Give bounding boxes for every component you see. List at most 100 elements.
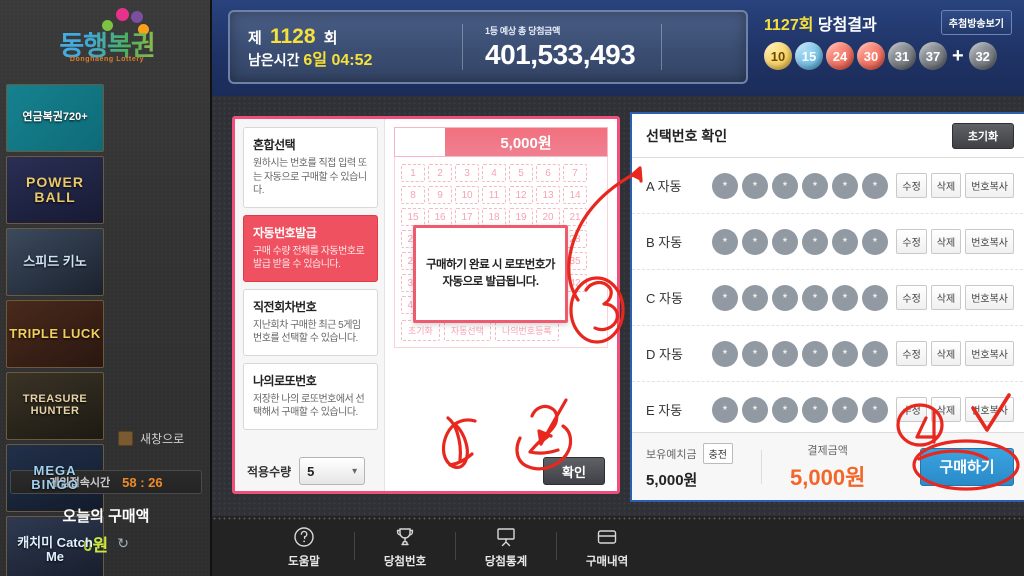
purchase-mode-auto[interactable]: 자동번호발급 구매 수량 전체를 자동번호로 발급 받을 수 있습니다. (243, 214, 378, 282)
selection-ball: * (772, 396, 798, 423)
selection-ball: * (742, 340, 768, 367)
mode-desc: 원하시는 번호를 직접 입력 또는 자동으로 구매할 수 있습니다. (253, 158, 367, 196)
edit-button[interactable]: 수정 (896, 285, 927, 310)
nav-item-winning-numbers[interactable]: 당첨번호 (355, 524, 455, 569)
selection-ball-group: * * * * * * (712, 284, 888, 311)
number-cell[interactable]: 1 (401, 164, 425, 182)
selection-row-label: C 자동 (646, 291, 683, 306)
purchase-mode-my-numbers[interactable]: 나의로또번호 저장한 나의 로또번호에서 선택해서 구매할 수 있습니다. (243, 362, 378, 430)
number-grid-column: 5,000원 1 2 3 4 5 6 7 8 9 10 11 12 13 14 … (385, 119, 617, 491)
broadcast-button[interactable]: 추첨방송보기 (940, 10, 1012, 35)
nav-label: 구매내역 (585, 555, 629, 568)
selection-panel-title: 선택번호 확인 (646, 127, 728, 144)
result-title-rest: 당첨결과 (813, 16, 877, 34)
game-tile-triple-luck[interactable]: TRIPLE LUCK (6, 300, 104, 368)
number-cell[interactable]: 3 (455, 164, 479, 182)
number-cell[interactable]: 11 (482, 186, 506, 204)
selection-reset-button[interactable]: 초기화 (952, 122, 1014, 149)
brand-logo[interactable]: 동행복권 Donghaeng Lottery (0, 0, 210, 84)
game-tile-speed-keno[interactable]: 스피드 키노 (6, 228, 104, 296)
delete-button[interactable]: 삭제 (930, 229, 962, 254)
delete-button[interactable]: 삭제 (930, 341, 962, 366)
refresh-icon[interactable]: ↻ (117, 535, 129, 552)
balance-value: 5,000원 (646, 472, 698, 489)
game-tile-label: 캐치미 Catch Me (17, 535, 93, 564)
nav-item-help[interactable]: 도움말 (254, 524, 354, 569)
number-cell[interactable]: 9 (428, 186, 452, 204)
purchase-panel: 혼합선택 원하시는 번호를 직접 입력 또는 자동으로 구매할 수 있습니다. … (232, 116, 620, 494)
copy-numbers-button[interactable]: 번호복사 (965, 173, 1014, 198)
charge-button[interactable]: 충전 (702, 443, 734, 464)
winning-ball: 37 (919, 42, 947, 70)
selection-ball-group: * * * * * * (712, 340, 888, 367)
edit-button[interactable]: 수정 (896, 229, 927, 254)
game-tile-mega-bingo[interactable]: MEGA BINGO (6, 444, 104, 512)
confirm-button[interactable]: 확인 (543, 457, 605, 485)
selection-panel-footer: 보유예치금 충전 5,000원 결제금액 5,000원 구매하기 (632, 432, 1024, 500)
mode-desc: 지난회차 구매한 최근 5게임 번호를 선택할 수 있습니다. (253, 319, 361, 345)
purchase-mode-mixed[interactable]: 혼합선택 원하시는 번호를 직접 입력 또는 자동으로 구매할 수 있습니다. (243, 127, 378, 208)
buy-button[interactable]: 구매하기 (920, 447, 1014, 486)
delete-button[interactable]: 삭제 (930, 397, 962, 422)
game-tile-treasure-hunter[interactable]: TREASURE HUNTER (6, 372, 104, 440)
number-cell[interactable]: 12 (509, 186, 533, 204)
number-cell[interactable]: 13 (536, 186, 560, 204)
chevron-down-icon: ▾ (352, 465, 358, 477)
grid-reset-button[interactable]: 초기화 (401, 320, 440, 341)
number-grid-row: 15 16 17 18 19 20 21 (401, 208, 601, 226)
number-cell[interactable]: 15 (401, 208, 425, 226)
copy-numbers-button[interactable]: 번호복사 (965, 285, 1014, 310)
number-cell[interactable]: 20 (536, 208, 560, 226)
selection-panel-header: 선택번호 확인 초기화 (632, 114, 1024, 158)
game-tile-power-ball[interactable]: POWER BALL (6, 156, 104, 224)
edit-button[interactable]: 수정 (896, 173, 927, 198)
number-cell[interactable]: 4 (482, 164, 506, 182)
edit-button[interactable]: 수정 (896, 341, 927, 366)
grid-register-my-numbers-button[interactable]: 나의번호등록 (494, 320, 559, 341)
new-window-toggle[interactable]: 새창으로 (118, 430, 184, 447)
winning-result-box: 1127회 당첨결과 추첨방송보기 10 15 24 30 31 37 + 32 (764, 10, 1012, 70)
number-grid-row: 1 2 3 4 5 6 7 (401, 164, 601, 182)
quantity-select[interactable]: 5 ▾ (299, 457, 366, 485)
nav-item-purchase-history[interactable]: 구매내역 (557, 524, 657, 569)
number-cell[interactable]: 14 (563, 186, 587, 204)
copy-numbers-button[interactable]: 번호복사 (965, 229, 1014, 254)
copy-numbers-button[interactable]: 번호복사 (965, 397, 1014, 422)
mode-desc: 구매 수량 전체를 자동번호로 발급 받을 수 있습니다. (253, 245, 365, 271)
number-cell[interactable]: 2 (428, 164, 452, 182)
number-cell[interactable]: 16 (428, 208, 452, 226)
balance-block: 보유예치금 충전 5,000원 (646, 443, 734, 490)
selection-ball: * (802, 172, 828, 199)
game-tile-label: POWER BALL (26, 174, 84, 205)
purchase-mode-previous-round[interactable]: 직전회차번호 지난회차 구매한 최근 5게임 번호를 선택할 수 있습니다. (243, 288, 378, 356)
checkbox-icon[interactable] (118, 431, 133, 446)
grid-auto-select-button[interactable]: 자동선택 (443, 320, 491, 341)
number-cell[interactable]: 8 (401, 186, 425, 204)
selection-row-label: A 자동 (646, 179, 682, 194)
selection-row-e: E 자동 * * * * * * 수정 삭제 번호복사 (632, 382, 1024, 438)
divider (661, 24, 663, 70)
selection-ball-group: * * * * * * (712, 396, 888, 423)
selection-ball: * (742, 284, 768, 311)
number-cell[interactable]: 5 (509, 164, 533, 182)
selection-ball: * (742, 172, 768, 199)
remaining-time-value: 6일 04:52 (303, 52, 373, 70)
price-header-amount: 5,000원 (445, 128, 607, 156)
number-cell[interactable]: 19 (509, 208, 533, 226)
delete-button[interactable]: 삭제 (930, 285, 962, 310)
selection-ball: * (772, 228, 798, 255)
number-cell[interactable]: 21 (563, 208, 587, 226)
selection-ball: * (862, 172, 888, 199)
copy-numbers-button[interactable]: 번호복사 (965, 341, 1014, 366)
game-tile-pension-lottery-720[interactable]: 연금복권720+ (6, 84, 104, 152)
number-cell[interactable]: 18 (482, 208, 506, 226)
selection-row-a: A 자동 * * * * * * 수정 삭제 번호복사 (632, 158, 1024, 214)
number-cell[interactable]: 7 (563, 164, 587, 182)
winning-ball: 24 (826, 42, 854, 70)
delete-button[interactable]: 삭제 (930, 173, 962, 198)
number-cell[interactable]: 10 (455, 186, 479, 204)
number-cell[interactable]: 17 (455, 208, 479, 226)
number-cell[interactable]: 6 (536, 164, 560, 182)
nav-item-statistics[interactable]: 당첨통계 (456, 524, 556, 569)
edit-button[interactable]: 수정 (896, 397, 927, 422)
